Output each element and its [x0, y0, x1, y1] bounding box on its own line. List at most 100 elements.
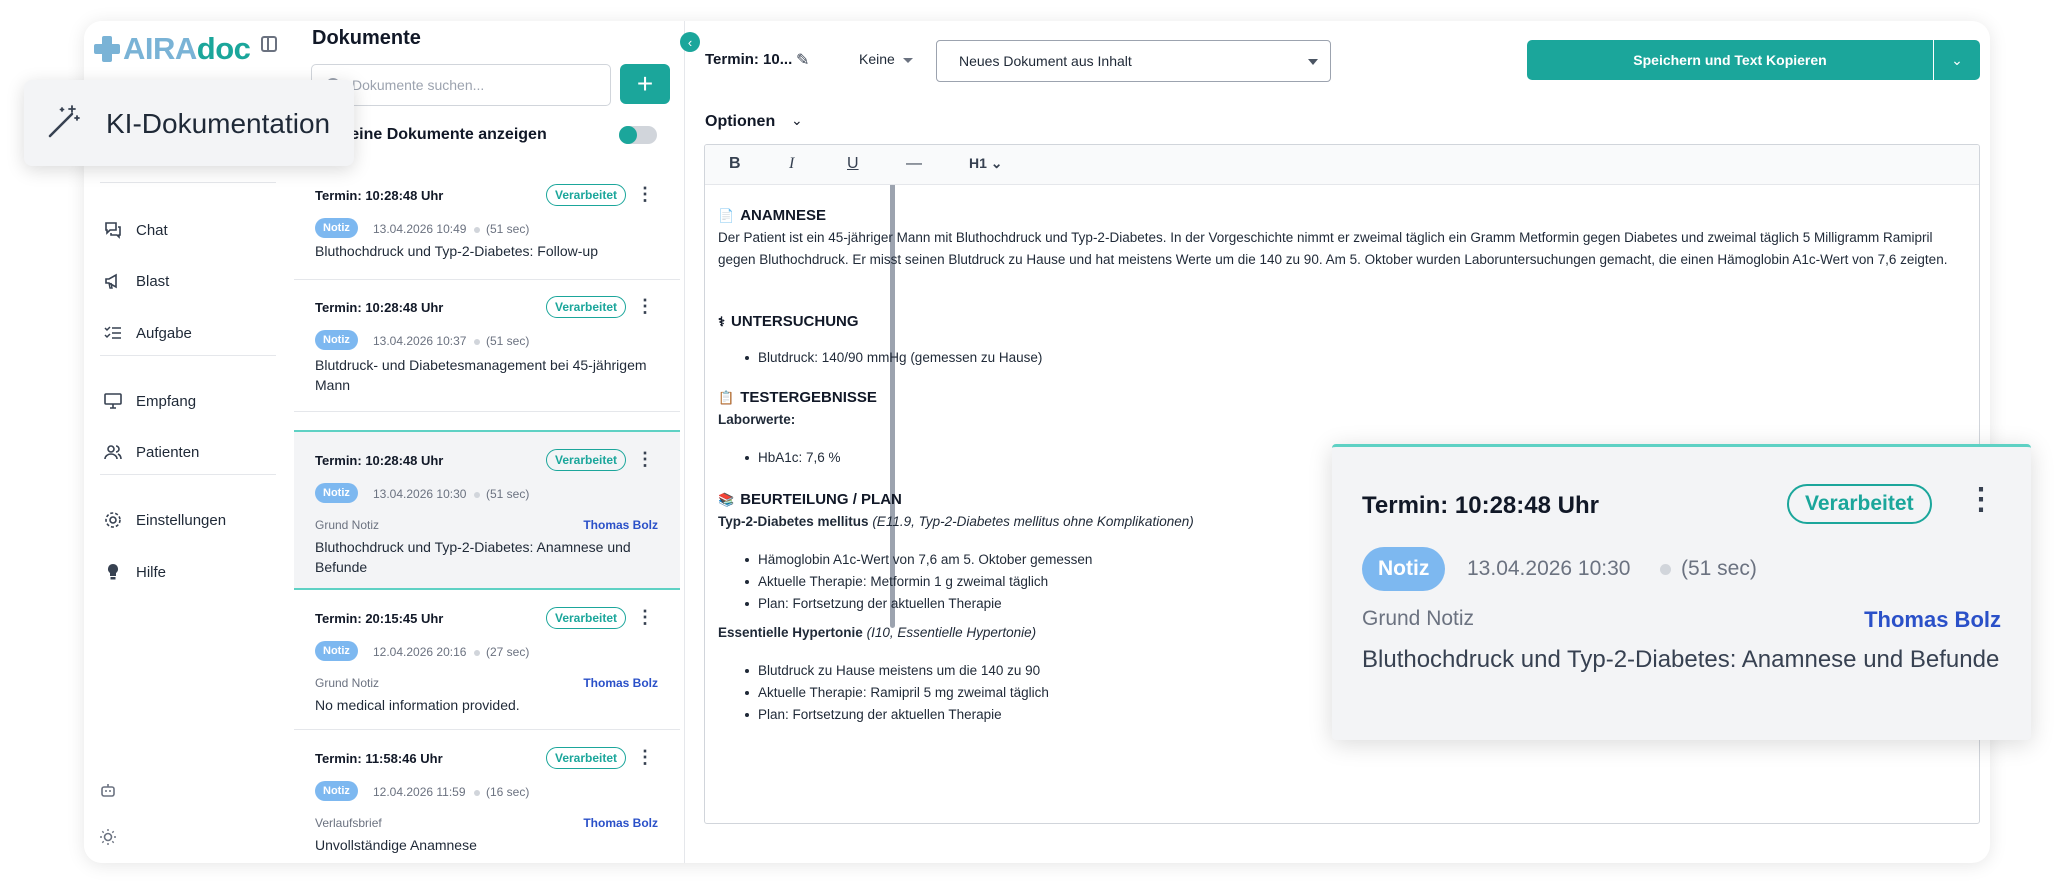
diagnosis-code: (E11.9, Typ-2-Diabetes mellitus ohne Kom… [872, 514, 1194, 529]
card-reason: Verlaufsbrief [315, 816, 382, 830]
sidebar-item-einstellungen[interactable]: Einstellungen [104, 507, 226, 533]
more-options-icon[interactable]: ⋮ [1966, 485, 1996, 515]
card-duration: (16 sec) [474, 785, 529, 799]
more-options-icon[interactable]: ⋮ [636, 450, 654, 468]
status-badge: Verarbeitet [546, 747, 627, 769]
options-toggle[interactable]: Optionen [705, 113, 775, 131]
type-badge: Notiz [315, 483, 358, 503]
section-untersuchung-title: ⚕ UNTERSUCHUNG [718, 311, 859, 333]
list-item: Blutdruck: 140/90 mmHg (gemessen zu Haus… [744, 347, 1042, 369]
underline-button[interactable]: U [847, 155, 859, 173]
chat-icon [104, 221, 122, 239]
chevron-down-icon: ⌄ [1951, 51, 1963, 68]
document-card[interactable]: Termin: 10:28:48 Uhr Verarbeitet ⋮ Notiz… [294, 280, 680, 412]
lightbulb-icon [104, 563, 122, 581]
bold-button[interactable]: B [729, 155, 741, 173]
category-dropdown[interactable]: Keine [859, 51, 913, 67]
brand-logo[interactable]: AIRA doc [94, 29, 251, 69]
section-heading: ANAMNESE [740, 207, 827, 224]
document-list-title: Dokumente [312, 27, 421, 49]
card-summary: Bluthochdruck und Typ-2-Diabetes: Anamne… [315, 539, 631, 575]
collapse-list-button[interactable]: ‹ [680, 32, 700, 52]
template-select[interactable]: Neues Dokument aus Inhalt [936, 40, 1331, 82]
card-title: Termin: 11:58:46 Uhr [315, 751, 443, 766]
zoomed-document-card[interactable]: Termin: 10:28:48 Uhr Verarbeitet ⋮ Notiz… [1332, 444, 2031, 740]
document-card[interactable]: Termin: 11:58:46 Uhr Verarbeitet ⋮ Notiz… [294, 730, 680, 863]
sun-icon[interactable] [98, 827, 118, 847]
list-item: Hämoglobin A1c-Wert von 7,6 am 5. Oktobe… [744, 549, 1092, 571]
nav-divider [100, 474, 276, 475]
section-plan-title: 📚 BEURTEILUNG / PLAN [718, 489, 902, 511]
save-dropdown-button[interactable]: ⌄ [1934, 40, 1980, 80]
sidebar-item-label: Blast [136, 272, 170, 290]
sidebar-collapse-icon[interactable] [261, 36, 277, 52]
megaphone-icon [104, 272, 122, 290]
sidebar-item-aufgabe[interactable]: Aufgabe [104, 320, 192, 346]
heading-dropdown[interactable]: H1 ⌄ [969, 155, 1003, 172]
brand-part2: doc [196, 31, 251, 66]
italic-button[interactable]: I [789, 155, 794, 173]
card-date: 13.04.2026 10:49 [373, 222, 467, 236]
my-documents-toggle[interactable] [619, 126, 657, 144]
search-input[interactable] [352, 77, 592, 93]
sidebar-item-label: Aufgabe [136, 324, 192, 342]
section-heading: TESTERGEBNISSE [740, 389, 877, 406]
magic-wand-icon [46, 104, 82, 140]
monitor-icon [104, 392, 122, 410]
card-author: Thomas Bolz [583, 816, 658, 830]
card-reason: Grund Notiz [1362, 607, 1475, 630]
horizontal-rule-button[interactable]: — [906, 155, 922, 173]
diagnosis-name: Typ-2-Diabetes mellitus [718, 514, 869, 529]
more-options-icon[interactable]: ⋮ [636, 185, 654, 203]
edit-title-icon[interactable]: ✎ [796, 50, 809, 70]
document-card-selected[interactable]: Termin: 10:28:48 Uhr Verarbeitet ⋮ Notiz… [294, 430, 680, 590]
type-badge: Notiz [1362, 547, 1446, 591]
card-duration: (27 sec) [474, 645, 529, 659]
heading-label: H1 [969, 155, 987, 171]
add-document-button[interactable]: + [620, 64, 670, 104]
test-subtitle: Laborwerte: [718, 412, 796, 427]
status-badge: Verarbeitet [1787, 484, 1932, 524]
type-badge: Notiz [315, 781, 358, 801]
sidebar-item-label: Chat [136, 221, 168, 239]
stethoscope-icon: ⚕ [718, 314, 726, 329]
card-date: 13.04.2026 10:37 [373, 334, 467, 348]
sidebar-item-patienten[interactable]: Patienten [104, 439, 199, 465]
editor-title: Termin: 10... [705, 51, 793, 68]
more-options-icon[interactable]: ⋮ [636, 748, 654, 766]
card-date: 13.04.2026 10:30 [373, 487, 467, 501]
sidebar-item-blast[interactable]: Blast [104, 268, 169, 294]
card-title: Termin: 10:28:48 Uhr [1362, 492, 1599, 519]
section-heading: BEURTEILUNG / PLAN [740, 491, 902, 508]
task-list-icon [104, 324, 122, 342]
section-heading: UNTERSUCHUNG [731, 313, 859, 330]
search-box[interactable] [311, 64, 611, 106]
books-icon: 📚 [718, 492, 735, 507]
users-icon [104, 443, 122, 461]
save-copy-button[interactable]: Speichern und Text Kopieren [1527, 40, 1933, 80]
card-author: Thomas Bolz [1864, 607, 2001, 632]
ki-documentation-label: KI-Dokumentation [106, 108, 331, 139]
status-badge: Verarbeitet [546, 607, 627, 629]
ki-documentation-button[interactable]: KI-Dokumentation [24, 80, 354, 166]
anamnese-text: Der Patient ist ein 45-jähriger Mann mit… [718, 230, 1948, 267]
bot-icon[interactable] [98, 780, 118, 800]
status-badge: Verarbeitet [546, 184, 627, 206]
card-author: Thomas Bolz [583, 518, 658, 532]
chevron-down-icon[interactable]: ⌄ [791, 112, 803, 129]
list-item: Aktuelle Therapie: Ramipril 5 mg zweimal… [745, 682, 1049, 704]
nav-divider [100, 182, 276, 183]
status-badge: Verarbeitet [546, 449, 627, 471]
more-options-icon[interactable]: ⋮ [636, 608, 654, 626]
more-options-icon[interactable]: ⋮ [636, 297, 654, 315]
document-card[interactable]: Termin: 10:28:48 Uhr Verarbeitet ⋮ Notiz… [294, 168, 680, 280]
document-card[interactable]: Termin: 20:15:45 Uhr Verarbeitet ⋮ Notiz… [294, 590, 680, 730]
sidebar-item-chat[interactable]: Chat [104, 217, 168, 243]
card-reason: Grund Notiz [315, 518, 380, 532]
card-summary: Bluthochdruck und Typ-2-Diabetes: Anamne… [1362, 646, 2000, 673]
sidebar-item-label: Hilfe [136, 563, 167, 581]
status-badge: Verarbeitet [546, 296, 627, 318]
sidebar-item-label: Patienten [136, 443, 200, 461]
sidebar-item-empfang[interactable]: Empfang [104, 388, 196, 414]
sidebar-item-hilfe[interactable]: Hilfe [104, 559, 166, 585]
